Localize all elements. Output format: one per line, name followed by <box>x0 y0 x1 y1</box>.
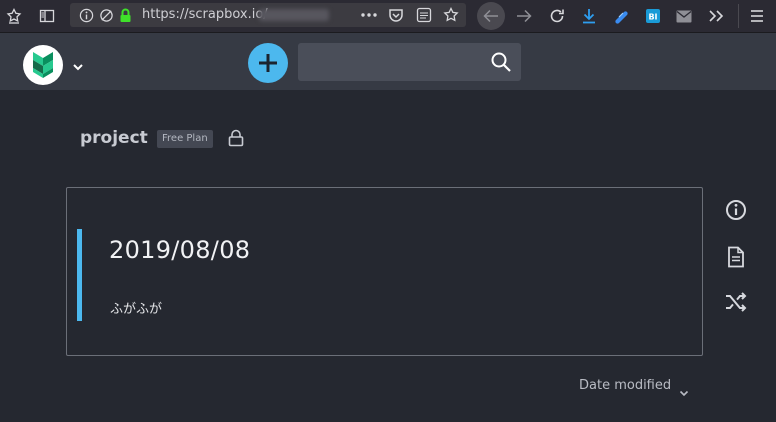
search-icon[interactable] <box>490 51 512 77</box>
extension-bi-icon[interactable]: BI <box>642 5 664 27</box>
reader-icon[interactable] <box>413 4 435 26</box>
plan-badge: Free Plan <box>157 130 213 148</box>
url-redacted <box>259 9 329 21</box>
forward-icon[interactable] <box>513 5 535 27</box>
lock-icon[interactable] <box>114 4 136 26</box>
url-text[interactable]: https://scrapbox.io/ <box>142 3 268 27</box>
pocket-icon[interactable] <box>385 4 407 26</box>
page-icon[interactable] <box>724 245 748 269</box>
scrapbox-logo-icon[interactable] <box>23 45 63 85</box>
library-icon[interactable] <box>3 5 25 27</box>
extension-icon[interactable] <box>610 5 632 27</box>
download-icon[interactable] <box>578 5 600 27</box>
lock-icon <box>228 129 244 151</box>
toolbar-divider <box>738 4 739 28</box>
project-name[interactable]: project <box>80 128 148 148</box>
bookmark-star-icon[interactable] <box>440 4 462 26</box>
url-bar[interactable]: https://scrapbox.io/ <box>70 3 466 27</box>
page-card[interactable] <box>66 187 703 356</box>
new-page-button[interactable] <box>248 43 288 83</box>
info-icon[interactable] <box>724 198 748 222</box>
reload-icon[interactable] <box>546 5 568 27</box>
sort-dropdown-label[interactable]: Date modified <box>579 378 671 393</box>
back-icon[interactable] <box>480 5 502 27</box>
shuffle-icon[interactable] <box>724 290 748 314</box>
svg-text:BI: BI <box>648 13 657 22</box>
chevron-down-icon[interactable] <box>72 56 84 75</box>
browser-toolbar: https://scrapbox.io/ BI <box>0 0 776 33</box>
more-icon[interactable] <box>358 4 380 26</box>
sidebar-icon[interactable] <box>36 5 58 27</box>
menu-icon[interactable] <box>746 5 768 27</box>
page-description: ふがふが <box>110 302 163 317</box>
search-input[interactable] <box>298 43 521 81</box>
chevron-down-icon[interactable] <box>679 382 689 401</box>
page-title[interactable]: 2019/08/08 <box>109 236 250 264</box>
info-icon[interactable] <box>75 4 97 26</box>
overflow-icon[interactable] <box>705 5 727 27</box>
plus-icon <box>259 54 277 72</box>
card-accent-bar <box>77 229 82 321</box>
mail-icon[interactable] <box>673 5 695 27</box>
